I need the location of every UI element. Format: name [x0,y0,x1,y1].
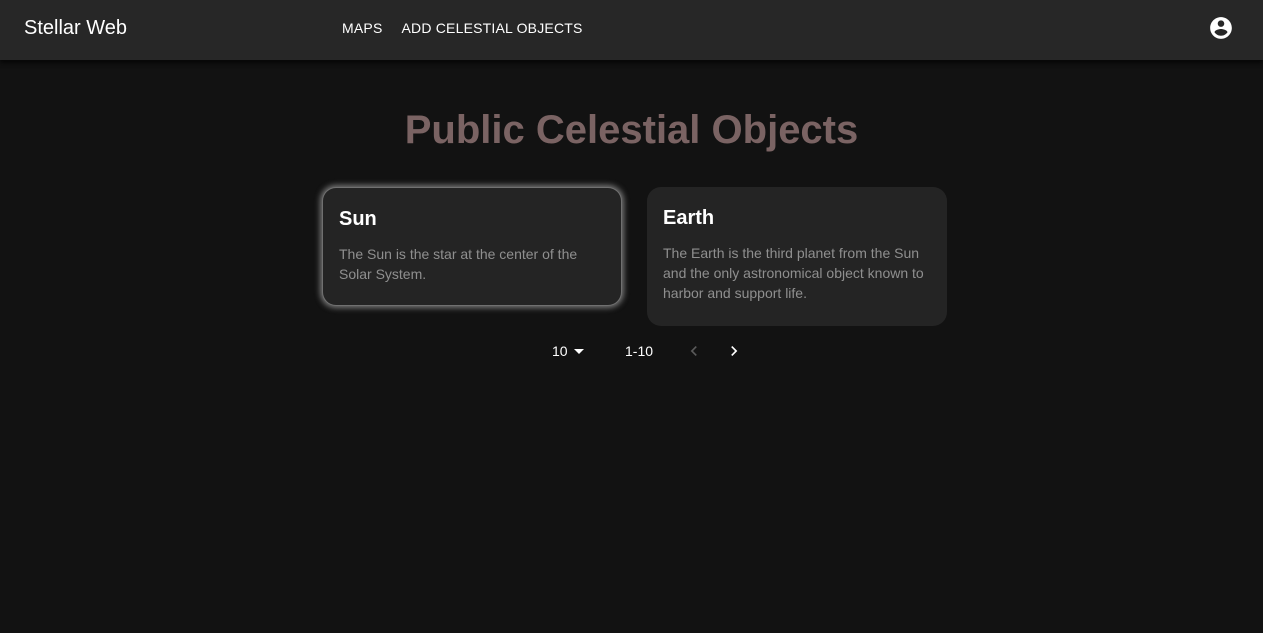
pagination: 10 1-10 [552,340,752,364]
card-description: The Sun is the star at the center of the… [339,246,578,282]
rows-per-page-value: 10 [552,343,568,359]
celestial-card-earth[interactable]: Earth The Earth is the third planet from… [647,187,947,326]
nav-add-celestial-objects-button[interactable]: ADD CELESTIAL OBJECTS [393,12,590,44]
page-title: Public Celestial Objects [404,108,859,152]
app-bar: Stellar Web MAPS ADD CELESTIAL OBJECTS [0,0,1263,60]
brand-title[interactable]: Stellar Web [24,16,127,40]
nav-maps-button[interactable]: MAPS [334,12,390,44]
main-nav: MAPS ADD CELESTIAL OBJECTS [334,12,594,44]
caret-down-icon [573,349,584,354]
account-circle-icon[interactable] [1208,15,1234,41]
rows-per-page-select[interactable]: 10 [552,340,584,362]
card-title: Earth [663,207,715,229]
card-description: The Earth is the third planet from the S… [663,245,924,301]
chevron-left-icon[interactable] [684,341,704,361]
pagination-range: 1-10 [625,343,654,359]
chevron-right-icon[interactable] [724,341,744,361]
card-title: Sun [339,208,377,230]
celestial-card-sun[interactable]: Sun The Sun is the star at the center of… [322,187,622,306]
